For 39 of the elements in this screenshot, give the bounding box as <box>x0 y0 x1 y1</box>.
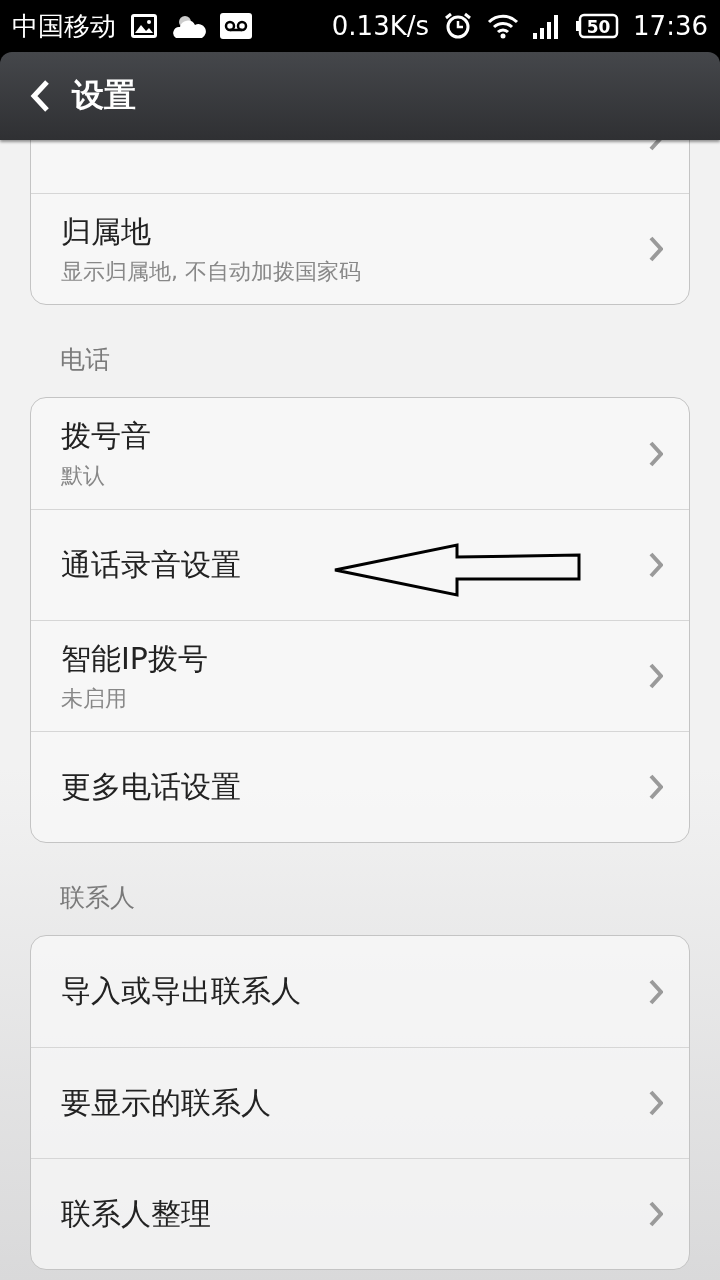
settings-row[interactable]: 联系人整理 <box>31 1158 689 1269</box>
chevron-icon <box>649 1090 663 1116</box>
row-title: 拨号音 <box>61 417 151 455</box>
chevron-icon <box>649 774 663 800</box>
settings-row[interactable]: 智能IP拨号 未启用 <box>31 620 689 731</box>
chevron-icon <box>649 1201 663 1227</box>
wifi-icon <box>487 13 520 39</box>
settings-row[interactable]: 更多电话设置 <box>31 731 689 842</box>
row-title: 导入或导出联系人 <box>61 972 301 1010</box>
battery-icon: 50 <box>575 13 620 39</box>
settings-row[interactable]: 导入或导出联系人 <box>31 936 689 1047</box>
settings-row[interactable]: 归属地 显示归属地, 不自动加拨国家码 <box>31 193 689 304</box>
back-icon[interactable] <box>30 79 50 113</box>
network-speed: 0.13K/s <box>331 11 430 41</box>
row-subtitle: 默认 <box>61 462 105 490</box>
row-title: 通话录音设置 <box>61 545 241 584</box>
settings-row[interactable]: 要显示的联系人 <box>31 1047 689 1158</box>
section-header: 电话 <box>59 344 111 376</box>
voicemail-icon <box>220 13 252 39</box>
settings-row[interactable]: 通话录音设置 <box>31 509 689 620</box>
chevron-icon <box>649 978 663 1005</box>
row-subtitle: 显示归属地, 不自动加拨国家码 <box>61 257 361 286</box>
chevron-icon <box>649 663 663 689</box>
chevron-icon <box>649 236 663 262</box>
row-title: 要显示的联系人 <box>61 1083 271 1122</box>
row-subtitle: 未启用 <box>61 684 127 713</box>
chevron-icon <box>649 552 663 578</box>
page-title: 设置 <box>72 75 136 116</box>
section-header: 联系人 <box>59 882 136 914</box>
row-title: 更多电话设置 <box>61 767 241 806</box>
alarm-icon <box>443 11 474 41</box>
row-title: 联系人整理 <box>61 1194 211 1233</box>
clock: 17:36 <box>633 11 708 41</box>
image-icon <box>130 13 158 39</box>
row-title: 智能IP拨号 <box>61 639 208 678</box>
settings-row[interactable]: 拨号音 默认 <box>31 398 689 509</box>
chevron-icon <box>649 440 663 467</box>
carrier-name: 中国移动 <box>12 9 116 43</box>
row-title: 归属地 <box>61 212 151 251</box>
